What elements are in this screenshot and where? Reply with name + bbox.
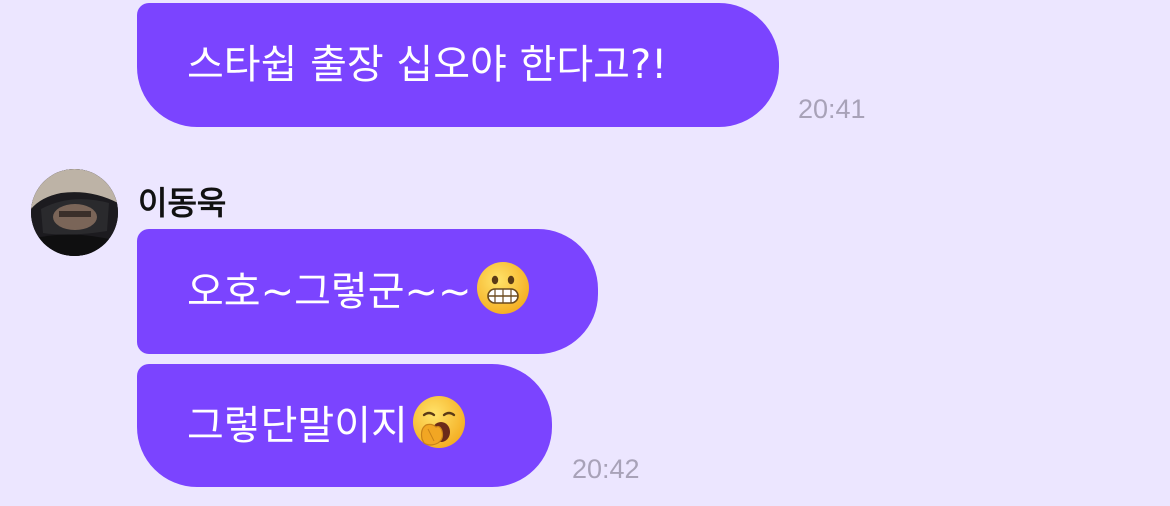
sender-name: 이동욱 <box>138 184 227 222</box>
message-timestamp: 20:42 <box>572 454 640 484</box>
sender-avatar[interactable] <box>31 169 118 256</box>
message-bubble[interactable]: 그렇단말이지 <box>137 364 552 487</box>
message-bubble[interactable]: 스타쉽 출장 십오야 한다고?! <box>137 3 779 127</box>
message-timestamp: 20:41 <box>798 94 866 124</box>
message-text: 그렇단말이지 <box>187 402 408 449</box>
grimacing-face-icon <box>476 261 530 322</box>
yawning-face-icon <box>412 395 466 456</box>
message-bubble[interactable]: 오호~그렇군~~ <box>137 229 598 354</box>
message-text: 오호~그렇군~~ <box>187 268 472 315</box>
message-text: 스타쉽 출장 십오야 한다고?! <box>187 42 668 88</box>
